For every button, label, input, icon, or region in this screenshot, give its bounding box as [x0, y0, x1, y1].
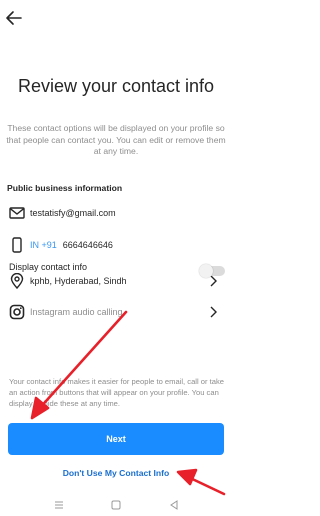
- dont-use-contact-info-link[interactable]: Don't Use My Contact Info: [0, 468, 232, 478]
- address-value: kphb, Hyderabad, Sindh: [30, 276, 127, 286]
- country-code[interactable]: IN +91: [30, 240, 57, 250]
- instagram-icon: [9, 304, 25, 320]
- contact-row-audio-calling[interactable]: Instagram audio calling: [0, 299, 232, 325]
- next-button[interactable]: Next: [8, 423, 224, 455]
- phone-icon: [9, 237, 25, 253]
- page-title: Review your contact info: [17, 76, 215, 96]
- location-icon: [9, 273, 25, 289]
- contact-info-description: Your contact info makes it easier for pe…: [9, 377, 224, 408]
- contact-row-phone[interactable]: IN +91 6664646646: [0, 232, 232, 258]
- back-triangle-icon[interactable]: [167, 498, 181, 510]
- system-navigation-bar: [0, 496, 232, 511]
- email-value: testatisfy@gmail.com: [30, 208, 116, 218]
- toggle-knob: [199, 264, 213, 278]
- audio-calling-label: Instagram audio calling: [30, 307, 123, 317]
- contact-row-email[interactable]: testatisfy@gmail.com: [0, 200, 232, 226]
- page-subtitle: These contact options will be displayed …: [6, 123, 226, 156]
- back-button[interactable]: [4, 8, 24, 28]
- display-contact-info-toggle[interactable]: [199, 264, 225, 278]
- section-heading: Public business information: [7, 183, 123, 193]
- arrow-left-icon: [6, 11, 22, 25]
- phone-value: 6664646646: [62, 240, 113, 250]
- chevron-right-icon: [210, 306, 217, 318]
- menu-icon[interactable]: [52, 498, 66, 510]
- display-contact-info-label: Display contact info: [9, 262, 88, 272]
- mail-icon: [9, 205, 25, 221]
- home-square-icon[interactable]: [109, 498, 123, 510]
